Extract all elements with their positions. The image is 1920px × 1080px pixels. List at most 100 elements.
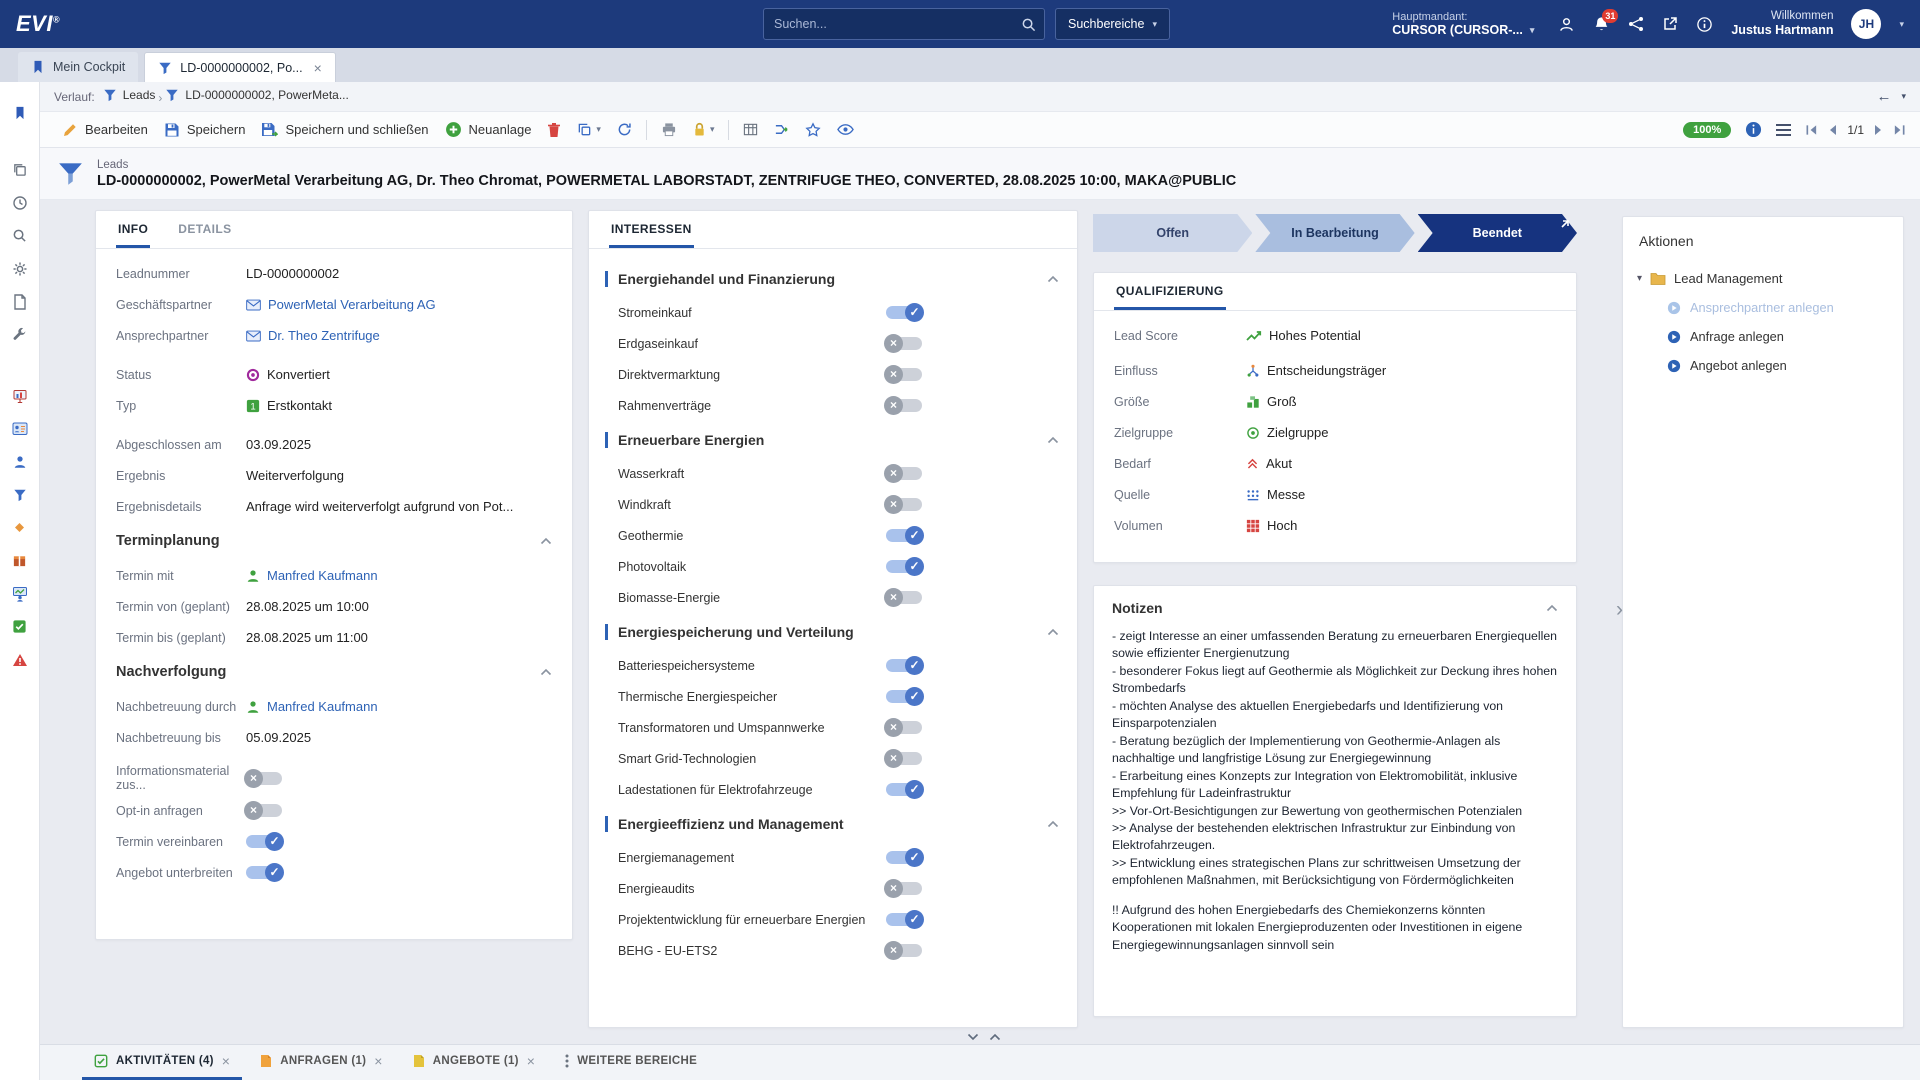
tab-mein-cockpit[interactable]: Mein Cockpit xyxy=(18,52,138,82)
toggle-off[interactable]: × xyxy=(886,399,922,412)
gear-icon[interactable] xyxy=(0,252,40,285)
duplicate-button[interactable]: ▾ xyxy=(569,118,609,141)
lock-button[interactable]: ▾ xyxy=(685,118,723,141)
expand-icon[interactable] xyxy=(1558,217,1572,234)
tab-interessen[interactable]: INTERESSEN xyxy=(609,222,694,248)
print-button[interactable] xyxy=(653,118,685,141)
document-icon[interactable] xyxy=(0,285,40,318)
action-item[interactable]: Angebot anlegen xyxy=(1667,358,1889,373)
tab-info[interactable]: INFO xyxy=(116,222,150,248)
toggle-on[interactable]: ✓ xyxy=(886,851,922,864)
info-icon[interactable] xyxy=(1745,121,1762,138)
toggle-on[interactable]: ✓ xyxy=(886,306,922,319)
user-icon[interactable] xyxy=(1558,16,1575,33)
avatar[interactable]: JH xyxy=(1851,9,1881,39)
close-icon[interactable]: × xyxy=(222,1053,230,1069)
chevron-down-icon[interactable]: ▾ xyxy=(1637,273,1642,284)
back-arrow-icon[interactable]: ← xyxy=(1876,88,1891,105)
trash-button[interactable] xyxy=(539,118,569,142)
toggle-on[interactable]: ✓ xyxy=(886,529,922,542)
product-icon[interactable] xyxy=(0,511,40,544)
tab-details[interactable]: DETAILS xyxy=(176,222,233,248)
chevron-up-icon[interactable] xyxy=(1047,436,1059,444)
bell-icon[interactable]: 31 xyxy=(1593,15,1610,33)
external-link-icon[interactable] xyxy=(1662,16,1678,32)
bearbeiten-button[interactable]: Bearbeiten xyxy=(54,118,156,142)
chevron-down-icon[interactable]: ▾ xyxy=(1899,19,1904,30)
collapse-panel-handle[interactable]: › xyxy=(1616,598,1623,622)
chevron-up-icon[interactable] xyxy=(1546,604,1558,612)
toggle-on[interactable]: ✓ xyxy=(886,659,922,672)
presentation-icon[interactable] xyxy=(0,379,40,412)
merge-button[interactable] xyxy=(766,118,797,141)
speichern-und-schlie-en-button[interactable]: Speichern und schließen xyxy=(253,118,436,142)
tab-ld-0000000002-po-[interactable]: LD-0000000002, Po...× xyxy=(144,52,336,82)
close-icon[interactable]: × xyxy=(314,60,322,76)
toggle-on[interactable]: ✓ xyxy=(886,690,922,703)
search-icon[interactable] xyxy=(1021,17,1036,32)
toggle-off[interactable]: × xyxy=(886,591,922,604)
global-search[interactable] xyxy=(763,8,1045,40)
zoom-badge[interactable]: 100% xyxy=(1683,122,1731,138)
toggle-off[interactable]: × xyxy=(886,467,922,480)
search-icon[interactable] xyxy=(0,219,40,252)
bottom-tab-weitere-bereiche[interactable]: WEITERE BEREICHE xyxy=(553,1045,709,1080)
breadcrumb-item[interactable]: LD-0000000002, PowerMeta... xyxy=(165,88,348,102)
neuanlage-button[interactable]: Neuanlage xyxy=(437,117,540,142)
toggle-off[interactable]: × xyxy=(246,772,282,785)
actions-folder[interactable]: ▾Lead Management xyxy=(1637,271,1889,286)
process-step-beendet[interactable]: Beendet xyxy=(1418,214,1577,252)
toggle-on[interactable]: ✓ xyxy=(246,866,282,879)
chevron-up-icon[interactable] xyxy=(989,1033,1001,1041)
next-page-icon[interactable] xyxy=(1874,124,1883,136)
person-icon[interactable] xyxy=(0,445,40,478)
copy-icon[interactable] xyxy=(0,153,40,186)
bottom-tab-aktivit-ten-4-[interactable]: AKTIVITÄTEN (4)× xyxy=(82,1045,242,1080)
search-input[interactable] xyxy=(764,17,1021,31)
contacts-icon[interactable] xyxy=(0,412,40,445)
action-item[interactable]: Ansprechpartner anlegen xyxy=(1667,300,1889,315)
first-page-icon[interactable] xyxy=(1805,124,1818,136)
toggle-off[interactable]: × xyxy=(246,804,282,817)
menu-icon[interactable] xyxy=(1776,124,1791,136)
tab-qualifizierung[interactable]: QUALIFIZIERUNG xyxy=(1114,284,1226,310)
history-icon[interactable] xyxy=(0,186,40,219)
funnel-icon[interactable] xyxy=(0,478,40,511)
last-page-icon[interactable] xyxy=(1893,124,1906,136)
toggle-off[interactable]: × xyxy=(886,752,922,765)
bookmark-icon[interactable] xyxy=(0,96,40,129)
toggle-off[interactable]: × xyxy=(886,498,922,511)
prev-page-icon[interactable] xyxy=(1828,124,1837,136)
action-item[interactable]: Anfrage anlegen xyxy=(1667,329,1889,344)
bottom-tab-anfragen-1-[interactable]: ANFRAGEN (1)× xyxy=(248,1045,395,1080)
escalation-icon[interactable] xyxy=(0,643,40,676)
refresh-button[interactable] xyxy=(609,118,640,141)
close-icon[interactable]: × xyxy=(374,1053,382,1069)
checklist-icon[interactable] xyxy=(0,610,40,643)
chevron-up-icon[interactable] xyxy=(540,668,552,676)
field-text[interactable]: PowerMetal Verarbeitung AG xyxy=(268,297,436,312)
toggle-off[interactable]: × xyxy=(886,721,922,734)
close-icon[interactable]: × xyxy=(527,1053,535,1069)
wrench-icon[interactable] xyxy=(0,318,40,351)
report-button[interactable] xyxy=(735,118,766,141)
chevron-up-icon[interactable] xyxy=(1047,628,1059,636)
chevron-down-icon[interactable]: ▾ xyxy=(1901,91,1906,102)
chevron-up-icon[interactable] xyxy=(540,537,552,545)
toggle-off[interactable]: × xyxy=(886,882,922,895)
speichern-button[interactable]: Speichern xyxy=(156,118,254,142)
chevron-down-icon[interactable] xyxy=(967,1033,979,1041)
process-step-offen[interactable]: Offen xyxy=(1093,214,1252,252)
toggle-off[interactable]: × xyxy=(886,337,922,350)
share-icon[interactable] xyxy=(1628,16,1644,32)
process-step-in-bearbeitung[interactable]: In Bearbeitung xyxy=(1255,214,1414,252)
training-icon[interactable] xyxy=(0,577,40,610)
info-icon[interactable] xyxy=(1696,16,1713,33)
gift-icon[interactable] xyxy=(0,544,40,577)
bottom-tab-angebote-1-[interactable]: ANGEBOTE (1)× xyxy=(401,1045,548,1080)
toggle-on[interactable]: ✓ xyxy=(886,913,922,926)
search-scope-dropdown[interactable]: Suchbereiche▾ xyxy=(1055,8,1170,40)
toggle-off[interactable]: × xyxy=(886,368,922,381)
field-text[interactable]: Manfred Kaufmann xyxy=(267,699,378,714)
toggle-on[interactable]: ✓ xyxy=(886,560,922,573)
